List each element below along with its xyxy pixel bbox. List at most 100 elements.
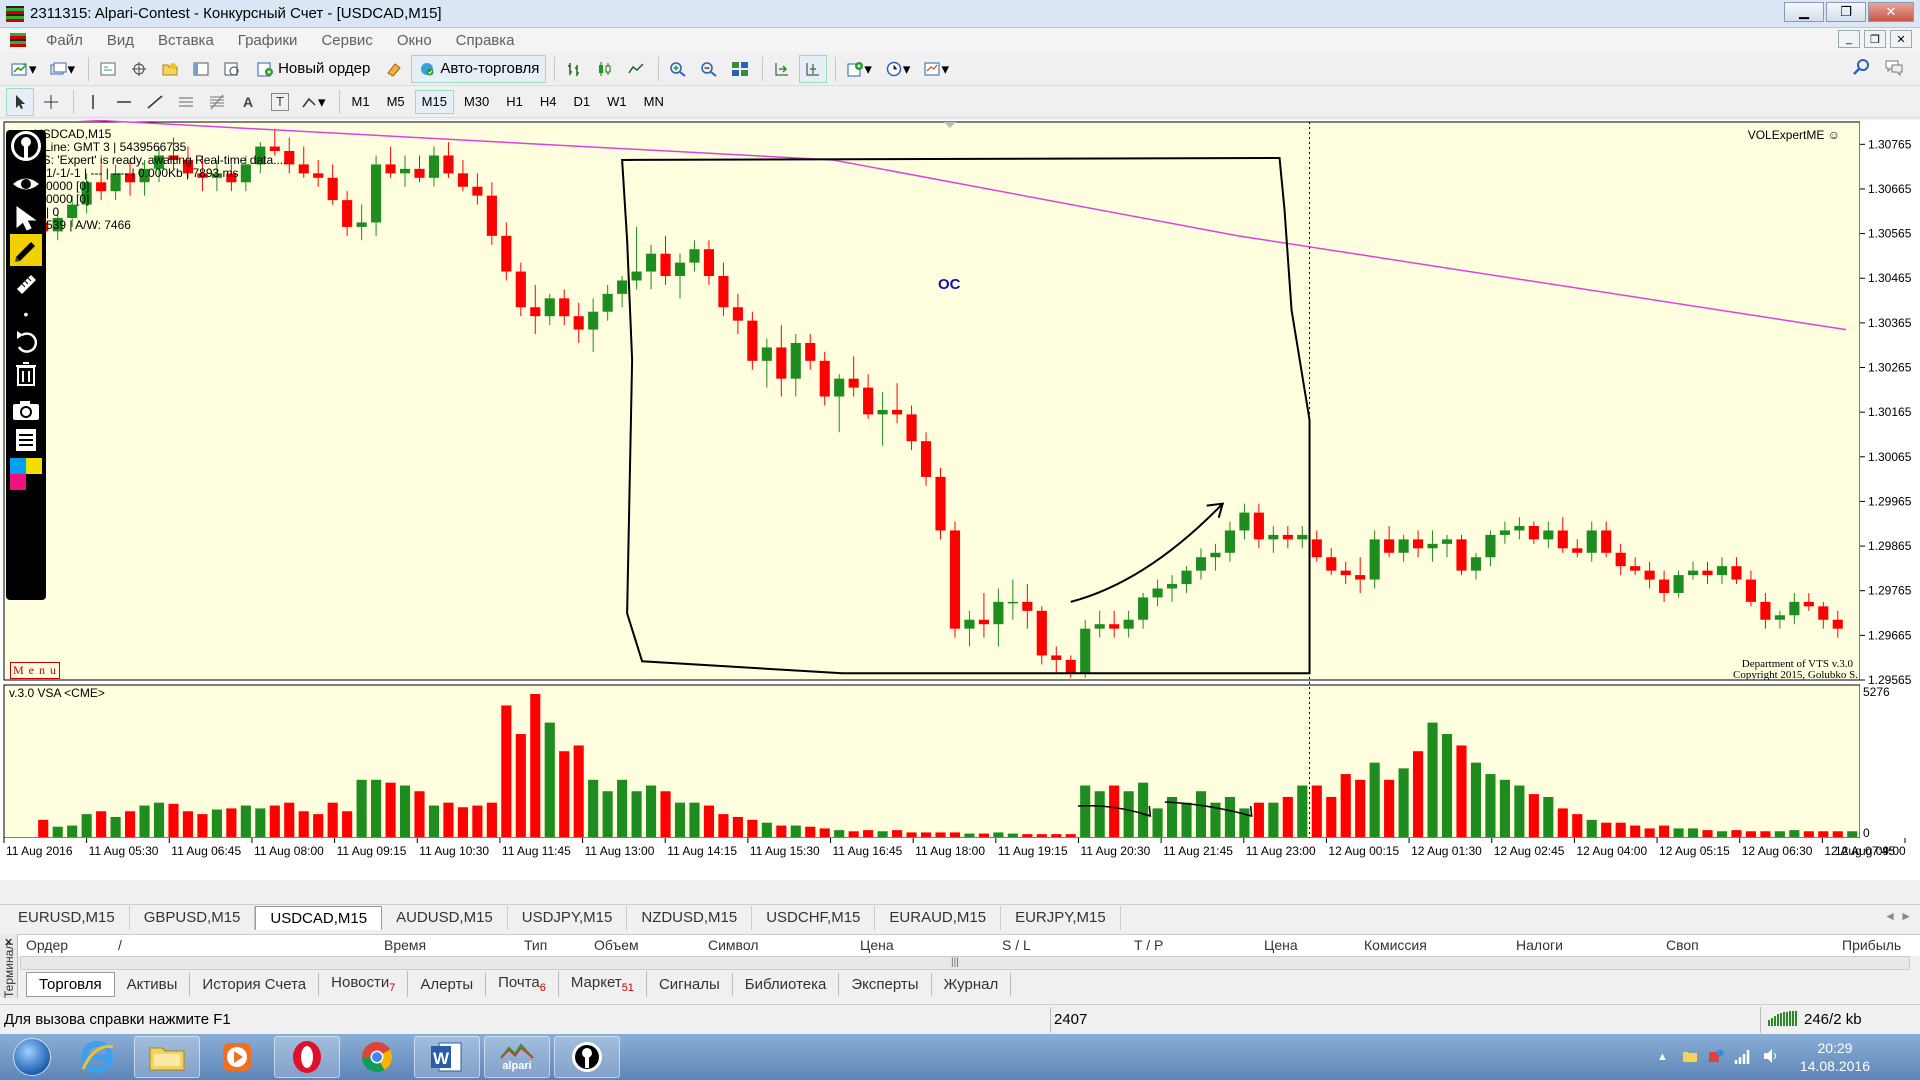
price-chart[interactable]: 1.30765 1.30665 1.30565 1.30465 1.30365 1.302… [0, 120, 1920, 880]
start-button[interactable] [4, 1035, 60, 1079]
word-icon[interactable]: W [414, 1036, 480, 1078]
trash-icon[interactable] [10, 358, 42, 390]
timeframe-h1[interactable]: H1 [499, 90, 530, 114]
menu-insert[interactable]: Вставка [146, 32, 226, 49]
tray-folder-icon[interactable] [1682, 1049, 1698, 1066]
menu-help[interactable]: Справка [444, 32, 527, 49]
tab-scroll-left-icon[interactable]: ◄ [1884, 909, 1896, 923]
arrows-button[interactable]: ▾ [295, 88, 331, 116]
autoscroll-button[interactable] [768, 55, 796, 83]
child-close-button[interactable]: ✕ [1890, 30, 1912, 48]
navigator-button[interactable] [156, 55, 184, 83]
tab-signals[interactable]: Сигналы [647, 972, 733, 996]
col-swap[interactable]: Своп [1666, 937, 1699, 953]
chart-shift-button[interactable] [799, 54, 828, 83]
col-symbol[interactable]: Символ [708, 937, 758, 953]
child-restore-button[interactable]: ❐ [1864, 30, 1886, 48]
timeframe-m15[interactable]: M15 [414, 89, 454, 114]
col-price[interactable]: Цена [860, 937, 894, 953]
menu-view[interactable]: Вид [95, 32, 146, 49]
timeframe-mn[interactable]: MN [637, 90, 671, 114]
label-tool-button[interactable]: T [271, 92, 289, 111]
tab-market[interactable]: Маркет51 [559, 971, 647, 997]
line-chart-button[interactable] [622, 55, 650, 83]
pencil-tool-icon[interactable] [10, 234, 42, 266]
col-price-current[interactable]: Цена [1264, 937, 1298, 953]
new-chart-button[interactable]: + ▾ [6, 55, 42, 83]
profiles-button[interactable]: ▾ [45, 55, 81, 83]
col-profit[interactable]: Прибыль [1842, 937, 1901, 953]
crosshair-button[interactable] [37, 88, 65, 116]
explorer-icon[interactable] [134, 1036, 200, 1078]
opera-icon[interactable] [274, 1036, 340, 1078]
terminal-side-handle[interactable]: ✕ Терминал [0, 934, 18, 998]
clock[interactable]: 20:29 14.08.2016 [1800, 1039, 1870, 1075]
tab-usdcad[interactable]: USDCAD,M15 [255, 906, 383, 930]
col-type[interactable]: Тип [524, 937, 547, 953]
trendline-button[interactable] [141, 88, 169, 116]
connection-bars-icon[interactable] [1768, 1010, 1798, 1030]
tray-volume-icon[interactable] [1762, 1048, 1780, 1067]
fibonacci-button[interactable] [203, 88, 231, 116]
tray-expand-icon[interactable]: ▲ [1657, 1051, 1668, 1063]
logo-icon[interactable] [10, 130, 42, 162]
col-sl[interactable]: S / L [1002, 937, 1031, 953]
col-time[interactable]: Время [384, 937, 426, 953]
tab-account-history[interactable]: История Счета [190, 972, 320, 996]
tab-usdjpy[interactable]: USDJPY,M15 [508, 906, 628, 930]
close-button[interactable]: ✕ [1868, 2, 1914, 22]
timeframe-w1[interactable]: W1 [600, 90, 634, 114]
cursor-button[interactable] [6, 87, 34, 116]
vertical-line-button[interactable] [79, 88, 107, 116]
search-icon[interactable] [1852, 58, 1870, 79]
chat-icon[interactable] [1884, 57, 1904, 80]
periods-button[interactable]: ▾ [880, 55, 916, 83]
tab-news[interactable]: Новости7 [319, 971, 409, 997]
bar-chart-button[interactable] [560, 55, 588, 83]
timeframe-m1[interactable]: M1 [345, 90, 377, 114]
undo-icon[interactable] [10, 326, 42, 358]
ruler-tool-icon[interactable] [10, 268, 42, 300]
maximize-button[interactable]: ❐ [1826, 2, 1866, 22]
auto-trading-button[interactable]: Авто-торговля [411, 54, 547, 83]
menu-tools[interactable]: Сервис [309, 32, 384, 49]
timeframe-h4[interactable]: H4 [533, 90, 564, 114]
menu-window[interactable]: Окно [385, 32, 444, 49]
list-icon[interactable] [10, 424, 42, 456]
timeframe-m30[interactable]: M30 [457, 90, 496, 114]
market-watch-button[interactable] [94, 55, 122, 83]
tab-eurusd[interactable]: EURUSD,M15 [4, 906, 130, 930]
eye-icon[interactable] [10, 168, 42, 200]
camera-icon[interactable] [10, 394, 42, 426]
tray-network-icon[interactable] [1734, 1048, 1752, 1067]
tab-eurjpy[interactable]: EURJPY,M15 [1001, 906, 1121, 930]
menu-file[interactable]: Файл [34, 32, 95, 49]
col-commission[interactable]: Комиссия [1364, 937, 1427, 953]
timeframe-d1[interactable]: D1 [567, 90, 598, 114]
timeframe-m5[interactable]: M5 [380, 90, 412, 114]
col-volume[interactable]: Объем [594, 937, 639, 953]
tab-audusd[interactable]: AUDUSD,M15 [382, 906, 508, 930]
templates-button[interactable]: ▾ [918, 55, 954, 83]
color-palette-icon[interactable] [10, 458, 42, 490]
tab-euraud[interactable]: EURAUD,M15 [875, 906, 1002, 930]
tray-update-icon[interactable] [1708, 1048, 1724, 1067]
tab-trade[interactable]: Торговля [26, 971, 115, 997]
tab-usdchf[interactable]: USDCHF,M15 [752, 906, 876, 930]
tile-windows-button[interactable] [726, 55, 754, 83]
col-taxes[interactable]: Налоги [1516, 937, 1563, 953]
zoom-in-button[interactable] [664, 55, 692, 83]
tab-journal[interactable]: Журнал [932, 972, 1012, 996]
ie-icon[interactable] [64, 1036, 130, 1078]
text-tool-button[interactable]: A [234, 88, 262, 116]
tab-gbpusd[interactable]: GBPUSD,M15 [130, 906, 256, 930]
tab-exposure[interactable]: Активы [115, 972, 191, 996]
new-order-button[interactable]: Новый ордер [249, 55, 377, 83]
tab-library[interactable]: Библиотека [733, 972, 840, 996]
terminal-horizontal-scrollbar[interactable]: ||| [20, 956, 1910, 970]
chrome-icon[interactable] [344, 1036, 410, 1078]
media-player-icon[interactable] [204, 1036, 270, 1078]
terminal-button[interactable] [187, 55, 215, 83]
channel-button[interactable] [172, 88, 200, 116]
chart-window[interactable]: 1.30765 1.30665 1.30565 1.30465 1.30365 1.302… [0, 120, 1920, 880]
